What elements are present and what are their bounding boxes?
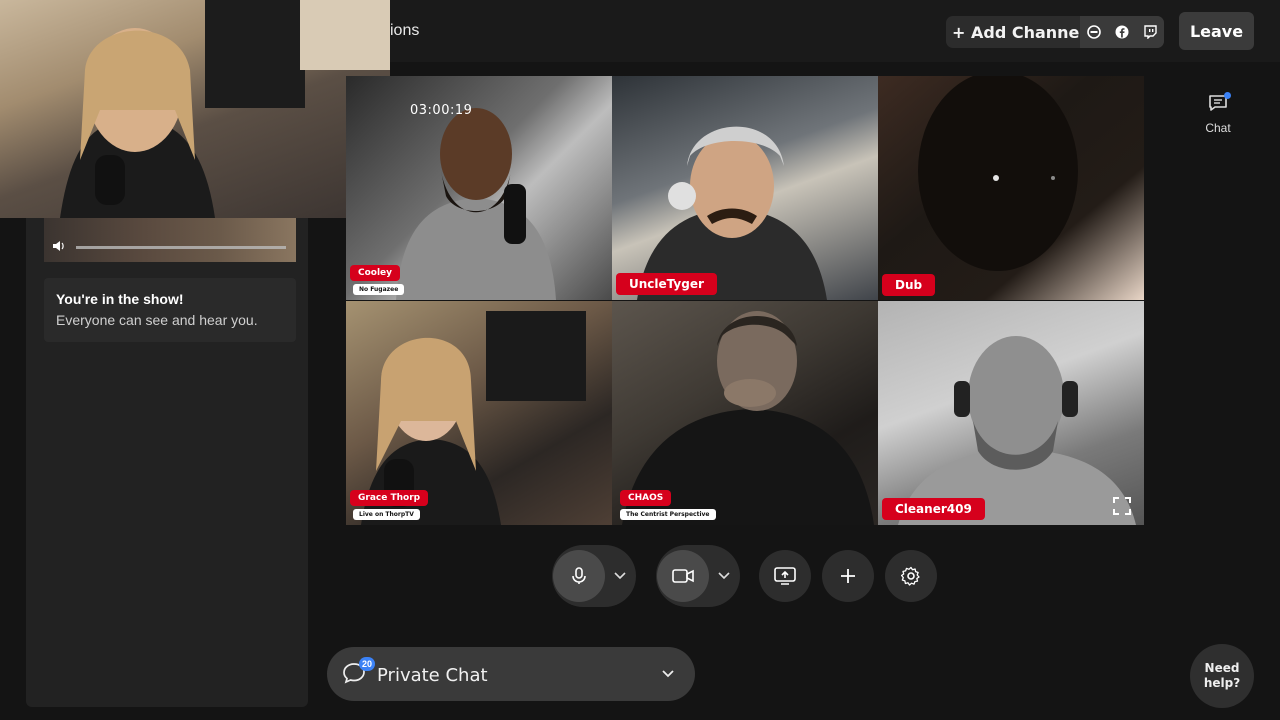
camera-preview: [44, 218, 296, 262]
add-channels-label: + Add Channels: [952, 22, 1095, 42]
chevron-down-icon: [614, 572, 626, 580]
participant-subtitle-tag: No Fugazee: [353, 284, 405, 295]
stream-timer: 03:00:19: [410, 103, 473, 118]
restream-icon: [1086, 24, 1102, 40]
participant-name-tag: Cleaner409: [882, 498, 985, 520]
chat-notification-dot: [1224, 92, 1231, 99]
chat-label: Chat: [1205, 121, 1231, 135]
camera-icon: [672, 569, 694, 583]
participant-video: [898, 336, 1136, 525]
twitch-icon: [1142, 24, 1158, 40]
chevron-down-icon[interactable]: [661, 667, 675, 681]
unread-count-badge: 20: [359, 657, 375, 671]
chat-button[interactable]: Chat: [1198, 92, 1238, 136]
control-bar: [0, 545, 1280, 607]
settings-button[interactable]: [885, 550, 937, 602]
participant-tile[interactable]: Dub: [878, 76, 1144, 300]
participant-video: [918, 76, 1078, 271]
camera-options-button[interactable]: [709, 572, 739, 580]
add-channels-button[interactable]: + Add Channels: [946, 16, 1164, 48]
need-help-button[interactable]: Need help?: [1190, 644, 1254, 708]
participant-tile[interactable]: CHAOS The Centrist Perspective: [612, 301, 878, 525]
in-show-title: You're in the show!: [56, 291, 184, 307]
participant-tile[interactable]: 03:00:19 Cooley No Fugazee: [346, 76, 612, 300]
plus-icon: [841, 569, 855, 583]
gear-icon: [901, 566, 920, 586]
participant-name-tag: Grace Thorp: [350, 490, 429, 506]
participant-subtitle-tag: Live on ThorpTV: [353, 509, 420, 520]
help-line-2: help?: [1203, 676, 1241, 690]
mic-icon: [572, 567, 586, 584]
mic-button[interactable]: [553, 550, 605, 602]
fullscreen-icon[interactable]: [1112, 496, 1132, 516]
in-show-subtitle: Everyone can see and hear you.: [56, 312, 258, 328]
volume-icon: [53, 241, 64, 251]
page-title: ions: [390, 22, 420, 39]
participant-tile[interactable]: Grace Thorp Live on ThorpTV: [346, 301, 612, 525]
camera-button[interactable]: [657, 550, 709, 602]
chevron-down-icon: [718, 572, 730, 580]
private-chat-bar[interactable]: 20 Private Chat: [327, 647, 695, 701]
participant-video: [637, 126, 827, 300]
streamer-webcam-overlay: [0, 0, 390, 218]
participant-tile[interactable]: UncleTyger: [612, 76, 878, 300]
participant-name-tag: CHAOS: [620, 490, 672, 506]
share-screen-icon: [774, 567, 796, 585]
webcam-figure: [60, 0, 390, 218]
camera-control: [656, 545, 740, 607]
in-show-notice: You're in the show! Everyone can see and…: [44, 278, 296, 342]
stage-grid: 03:00:19 Cooley No Fugazee UncleTyger Du…: [346, 76, 1144, 525]
participant-tile[interactable]: Cleaner409: [878, 301, 1144, 525]
add-button[interactable]: [822, 550, 874, 602]
participant-subtitle-tag: The Centrist Perspective: [620, 509, 716, 520]
share-screen-button[interactable]: [759, 550, 811, 602]
audio-level-meter: [76, 246, 286, 249]
leave-button[interactable]: Leave: [1179, 12, 1254, 50]
participant-name-tag: Cooley: [350, 265, 401, 281]
microphone-control: [552, 545, 636, 607]
participant-name-tag: Dub: [882, 274, 936, 296]
private-chat-label: Private Chat: [377, 665, 488, 686]
help-line-1: Need: [1204, 661, 1240, 675]
participant-name-tag: UncleTyger: [616, 273, 717, 295]
channel-icons: [1080, 16, 1164, 48]
mic-options-button[interactable]: [605, 572, 635, 580]
facebook-icon: [1114, 24, 1130, 40]
